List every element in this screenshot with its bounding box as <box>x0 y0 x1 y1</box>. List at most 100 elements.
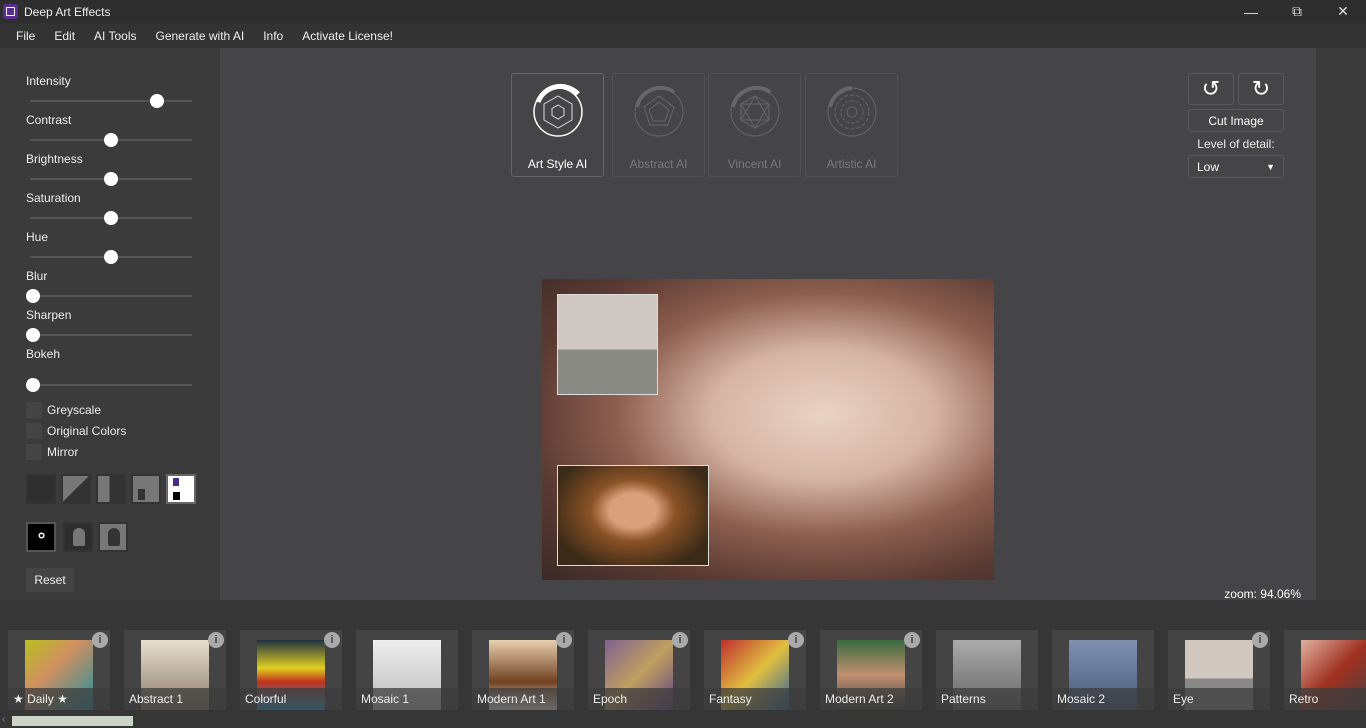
greyscale-checkbox[interactable]: Greyscale <box>26 402 101 418</box>
saturation-slider[interactable] <box>30 211 192 225</box>
intensity-slider[interactable] <box>30 94 192 108</box>
menu-edit[interactable]: Edit <box>54 29 75 43</box>
bokeh-slider[interactable] <box>26 378 192 392</box>
gallery-scrollbar[interactable] <box>12 716 133 726</box>
slider-handle[interactable] <box>103 250 118 264</box>
slider-handle[interactable] <box>26 289 40 303</box>
style-gallery: ‹ i ★ Daily ★ i Abstract 1 i Colorful Mosaic 1… <box>0 600 1366 728</box>
slider-handle[interactable] <box>26 328 40 342</box>
right-margin <box>1316 48 1366 600</box>
adjustments-panel: Greyscale Original Colors Mirror ⚬ Reset… <box>0 48 220 600</box>
style-label: Colorful <box>240 688 342 710</box>
slider-handle[interactable] <box>26 378 40 392</box>
preview-image[interactable] <box>542 279 994 580</box>
style-tile[interactable]: i Colorful <box>240 630 342 710</box>
view-inset-button[interactable] <box>166 474 196 504</box>
slider-label: Intensity <box>26 74 71 88</box>
restore-button[interactable]: ⧉ <box>1274 0 1320 23</box>
style-tile[interactable]: i Modern Art 2 <box>820 630 922 710</box>
style-label: Eye <box>1168 688 1270 710</box>
mode-label: Vincent AI <box>727 157 782 171</box>
portrait-light-button[interactable] <box>98 522 128 552</box>
sharpen-slider[interactable] <box>26 328 192 342</box>
slider-handle[interactable] <box>103 211 118 225</box>
style-tile[interactable]: i Eye <box>1168 630 1270 710</box>
canvas-area: Art Style AI Abstract AI Vincent AI Arti… <box>220 48 1316 600</box>
menu-generate[interactable]: Generate with AI <box>156 29 245 43</box>
style-tile[interactable]: i Modern Art 1 <box>472 630 574 710</box>
style-tile[interactable]: Patterns <box>936 630 1038 710</box>
original-colors-checkbox[interactable]: Original Colors <box>26 423 126 439</box>
info-icon[interactable]: i <box>904 632 920 648</box>
brightness-slider[interactable] <box>30 172 192 186</box>
style-label: Patterns <box>936 688 1038 710</box>
mirror-checkbox[interactable]: Mirror <box>26 444 78 460</box>
menu-bar: File Edit AI Tools Generate with AI Info… <box>0 23 1366 48</box>
portrait-dark-button[interactable] <box>63 522 93 552</box>
blur-slider[interactable] <box>26 289 192 303</box>
style-tile[interactable]: Retro <box>1284 630 1366 710</box>
contrast-slider[interactable] <box>30 133 192 147</box>
style-tile[interactable]: i Abstract 1 <box>124 630 226 710</box>
reset-button[interactable]: Reset <box>26 568 74 592</box>
rotate-right-button[interactable]: ↻ <box>1238 73 1284 105</box>
checkbox-label: Mirror <box>47 445 79 459</box>
slider-handle[interactable] <box>150 94 164 108</box>
menu-file[interactable]: File <box>16 29 35 43</box>
mode-abstract-ai[interactable]: Abstract AI <box>612 73 705 177</box>
art-style-icon <box>532 83 583 137</box>
slider-handle[interactable] <box>103 133 118 147</box>
style-label: Mosaic 1 <box>356 688 458 710</box>
portrait-outline-button[interactable]: ⚬ <box>26 522 56 552</box>
style-label: Modern Art 2 <box>820 688 922 710</box>
vincent-icon <box>730 85 779 137</box>
view-vertical-split-button[interactable] <box>96 474 126 504</box>
info-icon[interactable]: i <box>1252 632 1268 648</box>
style-label: Modern Art 1 <box>472 688 574 710</box>
mode-vincent-ai[interactable]: Vincent AI <box>708 73 801 177</box>
slider-label: Blur <box>26 269 48 283</box>
mode-artistic-ai[interactable]: Artistic AI <box>805 73 898 177</box>
style-label: Mosaic 2 <box>1052 688 1154 710</box>
mode-art-style-ai[interactable]: Art Style AI <box>511 73 604 177</box>
style-tile[interactable]: i Fantasy <box>704 630 806 710</box>
close-button[interactable]: ✕ <box>1320 0 1366 23</box>
window-title: Deep Art Effects <box>24 4 111 19</box>
rotate-left-button[interactable]: ↺ <box>1188 73 1234 105</box>
style-tile[interactable]: i ★ Daily ★ <box>8 630 110 710</box>
view-corner-button[interactable] <box>131 474 161 504</box>
scroll-left-icon[interactable]: ‹ <box>2 714 5 725</box>
style-tile[interactable]: Mosaic 1 <box>356 630 458 710</box>
hue-slider[interactable] <box>30 250 192 264</box>
detail-value: Low <box>1197 159 1220 174</box>
info-icon[interactable]: i <box>788 632 804 648</box>
chevron-down-icon: ▼ <box>1266 161 1275 172</box>
menu-info[interactable]: Info <box>263 29 283 43</box>
info-icon[interactable]: i <box>556 632 572 648</box>
style-tile[interactable]: Mosaic 2 <box>1052 630 1154 710</box>
person-icon: ⚬ <box>34 526 50 546</box>
style-tile[interactable]: i Epoch <box>588 630 690 710</box>
minimize-button[interactable]: — <box>1228 0 1274 23</box>
abstract-icon <box>634 85 683 137</box>
detail-inset <box>557 294 658 395</box>
menu-activate[interactable]: Activate License! <box>302 29 393 43</box>
view-diagonal-split-button[interactable] <box>61 474 91 504</box>
slider-handle[interactable] <box>103 172 118 186</box>
mode-label: Abstract AI <box>629 157 688 171</box>
cut-image-button[interactable]: Cut Image <box>1188 109 1284 132</box>
info-icon[interactable]: i <box>92 632 108 648</box>
view-full-button[interactable] <box>26 474 56 504</box>
info-icon[interactable]: i <box>324 632 340 648</box>
info-icon[interactable]: i <box>208 632 224 648</box>
menu-ai-tools[interactable]: AI Tools <box>94 29 136 43</box>
rotate-left-icon: ↺ <box>1201 76 1221 101</box>
slider-label: Sharpen <box>26 308 72 322</box>
slider-label: Contrast <box>26 113 72 127</box>
mode-label: Art Style AI <box>527 157 588 171</box>
title-bar: Deep Art Effects — ⧉ ✕ <box>0 0 1366 23</box>
slider-label: Saturation <box>26 191 81 205</box>
detail-select[interactable]: Low ▼ <box>1188 155 1284 178</box>
detail-label: Level of detail: <box>1197 137 1275 151</box>
info-icon[interactable]: i <box>672 632 688 648</box>
